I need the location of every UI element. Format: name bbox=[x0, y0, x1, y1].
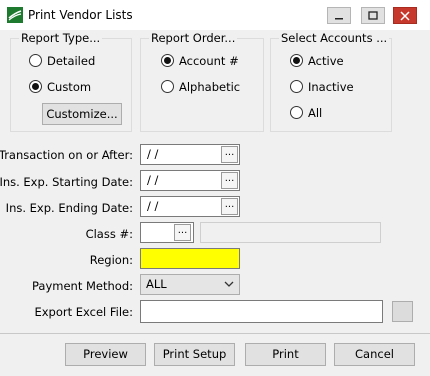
radio-circle-checked bbox=[290, 54, 303, 67]
footer-separator bbox=[0, 333, 430, 334]
class-lookup-button[interactable]: ... bbox=[174, 224, 191, 241]
region-input[interactable] bbox=[140, 248, 240, 269]
radio-active-label: Active bbox=[308, 54, 344, 68]
radio-detailed-label: Detailed bbox=[47, 54, 96, 68]
radio-active[interactable]: Active bbox=[290, 54, 344, 68]
title-bar: Print Vendor Lists bbox=[0, 0, 430, 30]
cancel-button[interactable]: Cancel bbox=[334, 343, 415, 366]
radio-alphabetic-label: Alphabetic bbox=[179, 80, 241, 94]
select-accounts-title: Select Accounts ... bbox=[279, 31, 390, 45]
radio-circle bbox=[290, 106, 303, 119]
class-description-field bbox=[200, 222, 381, 243]
radio-alphabetic[interactable]: Alphabetic bbox=[161, 80, 240, 94]
maximize-button[interactable] bbox=[361, 7, 385, 24]
radio-inactive[interactable]: Inactive bbox=[290, 80, 354, 94]
report-order-title: Report Order... bbox=[149, 31, 238, 45]
payment-method-select[interactable]: ALL bbox=[140, 274, 240, 295]
preview-button[interactable]: Preview bbox=[65, 343, 146, 366]
customize-button[interactable]: Customize... bbox=[42, 103, 122, 125]
radio-account-number[interactable]: Account # bbox=[161, 54, 239, 68]
chevron-down-icon bbox=[224, 281, 234, 287]
radio-circle bbox=[290, 80, 303, 93]
maximize-icon bbox=[368, 11, 378, 20]
ending-date-label: Ins. Exp. Ending Date: bbox=[5, 201, 133, 215]
starting-date-lookup-button[interactable]: ... bbox=[221, 172, 238, 189]
radio-custom[interactable]: Custom bbox=[29, 80, 91, 94]
window-title: Print Vendor Lists bbox=[28, 8, 133, 22]
class-label: Class #: bbox=[85, 227, 133, 241]
minimize-icon bbox=[335, 18, 343, 20]
export-file-browse-button[interactable] bbox=[392, 301, 413, 322]
close-button[interactable] bbox=[393, 7, 417, 24]
radio-circle bbox=[161, 80, 174, 93]
radio-custom-label: Custom bbox=[47, 80, 92, 94]
payment-method-value: ALL bbox=[146, 277, 167, 291]
print-setup-button[interactable]: Print Setup bbox=[154, 343, 235, 366]
region-label: Region: bbox=[89, 253, 133, 267]
close-icon bbox=[400, 11, 410, 21]
minimize-button[interactable] bbox=[327, 7, 351, 24]
report-type-group: Report Type... Detailed Custom Customize… bbox=[10, 31, 132, 132]
radio-circle-checked bbox=[161, 54, 174, 67]
radio-inactive-label: Inactive bbox=[308, 80, 354, 94]
export-file-input[interactable] bbox=[140, 300, 383, 323]
export-file-label: Export Excel File: bbox=[34, 305, 133, 319]
select-accounts-group: Select Accounts ... Active Inactive All bbox=[270, 31, 392, 132]
report-order-group: Report Order... Account # Alphabetic bbox=[140, 31, 264, 132]
radio-detailed[interactable]: Detailed bbox=[29, 54, 95, 68]
ending-date-lookup-button[interactable]: ... bbox=[221, 198, 238, 215]
print-button[interactable]: Print bbox=[245, 343, 326, 366]
radio-all[interactable]: All bbox=[290, 106, 322, 120]
transaction-label: Transaction on or After: bbox=[0, 148, 133, 162]
starting-date-label: Ins. Exp. Starting Date: bbox=[0, 175, 133, 189]
radio-account-number-label: Account # bbox=[179, 54, 239, 68]
payment-method-label: Payment Method: bbox=[31, 279, 133, 293]
radio-all-label: All bbox=[308, 106, 323, 120]
app-logo-icon bbox=[7, 7, 23, 23]
transaction-date-lookup-button[interactable]: ... bbox=[221, 146, 238, 163]
report-type-title: Report Type... bbox=[19, 31, 103, 45]
radio-circle-checked bbox=[29, 80, 42, 93]
radio-circle bbox=[29, 54, 42, 67]
